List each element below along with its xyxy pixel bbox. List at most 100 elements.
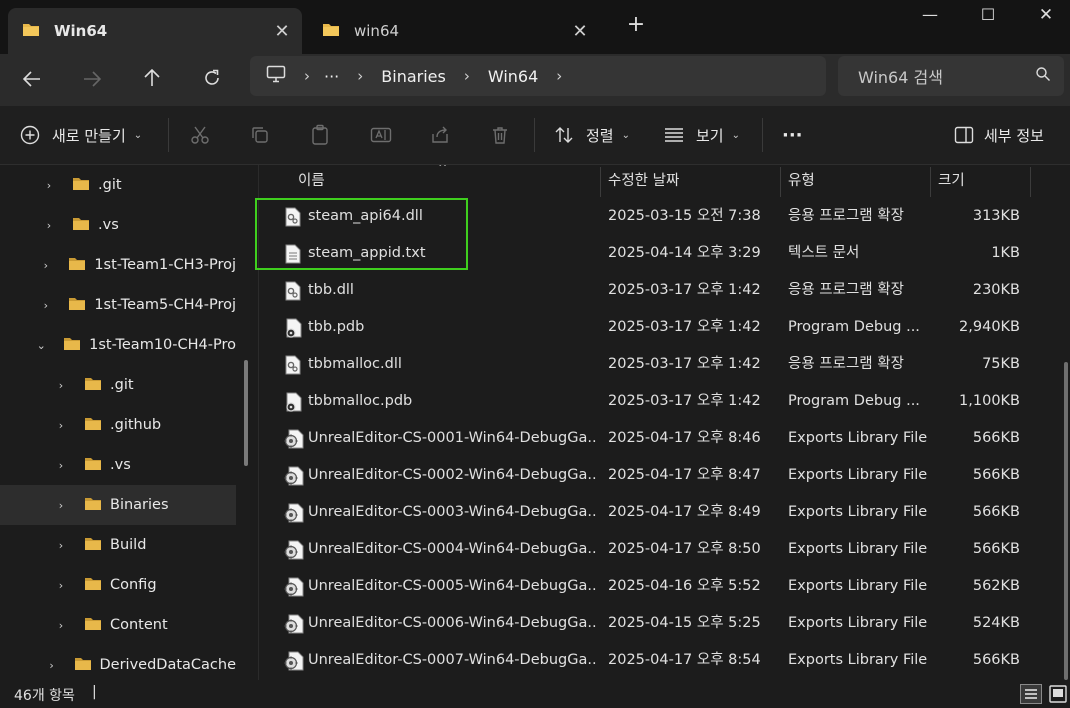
cut-button[interactable] [190,120,210,150]
chevron-right-icon[interactable]: › [42,219,56,232]
tab-win64[interactable]: win64 ✕ [308,8,600,54]
search-box[interactable]: Win64 검색 [838,56,1064,96]
chevron-right-icon[interactable]: › [54,579,68,592]
column-header-type[interactable]: 유형 [788,165,815,197]
chevron-right-icon[interactable]: › [39,259,52,272]
copy-button[interactable] [250,120,270,150]
refresh-button[interactable] [194,62,230,98]
chevron-right-icon[interactable]: › [54,499,68,512]
file-type: Program Debug ... [788,393,920,409]
chevron-right-icon[interactable]: › [42,179,56,192]
chevron-right-icon[interactable]: › [54,419,68,432]
column-divider[interactable] [600,167,601,197]
nav-pane-scrollbar[interactable] [244,360,248,466]
new-button[interactable]: 새로 만들기 ⌄ [20,120,142,150]
delete-button[interactable] [490,120,510,150]
tree-item[interactable]: › .github [0,405,236,445]
address-bar[interactable]: › ··· › Binaries › Win64 › [250,56,826,96]
tree-item[interactable]: › Content [0,605,236,645]
large-icons-view-button[interactable] [1048,684,1068,704]
share-button[interactable] [430,120,450,150]
breadcrumb-chevron-icon[interactable]: › [357,67,363,85]
details-pane-button[interactable]: 세부 정보 [954,120,1044,150]
tab-win64-active[interactable]: Win64 ✕ [8,8,302,54]
search-input[interactable]: Win64 검색 [858,64,1036,88]
tree-item-label: 1st-Team5-CH4-Proj [94,297,236,313]
tree-item-label: Config [110,577,157,593]
breadcrumb-chevron-icon[interactable]: › [464,67,470,85]
divider [762,118,763,152]
up-button[interactable] [134,62,170,98]
chevron-down-icon[interactable]: ⌄ [35,339,47,352]
rename-button[interactable] [370,120,392,150]
new-tab-button[interactable]: + [622,12,650,42]
details-view-button[interactable] [1020,684,1042,704]
chevron-right-icon[interactable]: › [54,619,68,632]
chevron-right-icon[interactable]: › [54,459,68,472]
column-header-name[interactable]: 이름 [298,165,325,197]
file-row[interactable]: tbbmalloc.pdb 2025-03-17 오후 1:42 Program D… [260,383,1060,420]
file-row[interactable]: UnrealEditor-CS-0001-Win64-DebugGa... 202… [260,420,1060,457]
close-tab-icon[interactable]: ✕ [566,21,594,42]
file-row[interactable]: UnrealEditor-CS-0002-Win64-DebugGa... 202… [260,457,1060,494]
more-options-button[interactable]: ··· [782,120,803,150]
folder-icon [322,22,340,41]
chevron-right-icon[interactable]: › [39,299,52,312]
chevron-right-icon[interactable]: › [46,659,58,672]
tree-item-label: Build [110,537,147,553]
file-row[interactable]: UnrealEditor-CS-0004-Win64-DebugGa... 202… [260,531,1060,568]
column-header-size[interactable]: 크기 [938,165,965,197]
tree-item[interactable]: ⌄ 1st-Team10-CH4-Pro [0,325,236,365]
back-button[interactable] [14,62,50,98]
tree-item[interactable]: › .git [0,165,236,205]
column-header-date[interactable]: 수정한 날짜 [608,165,679,197]
tree-item[interactable]: › DerivedDataCache [0,645,236,680]
file-row[interactable]: tbb.pdb 2025-03-17 오후 1:42 Program Debug .… [260,309,1060,346]
file-row[interactable]: UnrealEditor-CS-0005-Win64-DebugGa... 202… [260,568,1060,605]
tree-item[interactable]: › .vs [0,205,236,245]
tree-item-label: Content [110,617,168,633]
file-size: 562KB [972,578,1020,594]
tree-item[interactable]: › Build [0,525,236,565]
file-date: 2025-03-17 오후 1:42 [608,393,761,409]
file-size: 566KB [972,467,1020,483]
breadcrumb-win64[interactable]: Win64 [488,67,538,86]
file-row[interactable]: tbbmalloc.dll 2025-03-17 오후 1:42 응용 프로그램 확… [260,346,1060,383]
column-divider[interactable] [1030,167,1031,197]
view-button[interactable]: 보기 ⌄ [664,120,740,150]
breadcrumb-overflow[interactable]: ··· [324,67,339,86]
file-row[interactable]: UnrealEditor-CS-0007-Win64-DebugGa... 202… [260,642,1060,679]
file-row[interactable]: UnrealEditor-CS-0003-Win64-DebugGa... 202… [260,494,1060,531]
breadcrumb-binaries[interactable]: Binaries [381,67,446,86]
column-divider[interactable] [780,167,781,197]
breadcrumb-chevron-icon[interactable]: › [556,67,562,85]
command-bar: 새로 만들기 ⌄ 정렬 ⌄ 보기 ⌄ ··· 세부 정보 [0,106,1070,165]
close-window-button[interactable]: ✕ [1018,0,1070,30]
tree-item[interactable]: › Binaries [0,485,236,525]
breadcrumb-chevron-icon[interactable]: › [304,67,310,85]
close-tab-icon[interactable]: ✕ [268,21,296,42]
file-row[interactable]: tbb.dll 2025-03-17 오후 1:42 응용 프로그램 확장 230KB [260,272,1060,309]
address-row: › ··· › Binaries › Win64 › Win64 검색 [0,54,1070,106]
chevron-right-icon[interactable]: › [54,379,68,392]
sort-button[interactable]: 정렬 ⌄ [554,120,630,150]
minimize-button[interactable]: — [902,0,958,30]
paste-button[interactable] [310,120,330,150]
file-exp-icon [284,429,304,453]
file-list-scrollbar[interactable] [1064,362,1068,680]
column-divider[interactable] [930,167,931,197]
chevron-down-icon: ⌄ [621,129,630,141]
tree-item[interactable]: › 1st-Team5-CH4-Proj [0,285,236,325]
file-name: UnrealEditor-CS-0007-Win64-DebugGa... [308,652,598,668]
forward-button[interactable] [74,62,110,98]
maximize-button[interactable]: ☐ [960,0,1016,30]
file-size: 566KB [972,541,1020,557]
chevron-right-icon[interactable]: › [54,539,68,552]
tree-item[interactable]: › .git [0,365,236,405]
file-row[interactable]: UnrealEditor-CS-0006-Win64-DebugGa... 202… [260,605,1060,642]
tree-item[interactable]: › 1st-Team1-CH3-Proj [0,245,236,285]
folder-icon [72,176,90,195]
tree-item[interactable]: › Config [0,565,236,605]
file-size: 2,940KB [959,319,1020,335]
tree-item[interactable]: › .vs [0,445,236,485]
